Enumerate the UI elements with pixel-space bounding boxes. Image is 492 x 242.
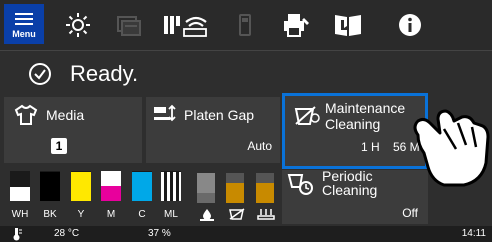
usb-icon — [239, 14, 251, 36]
info-button[interactable] — [390, 4, 430, 46]
media-slot-badge: 1 — [51, 138, 67, 154]
ink-label-m: M — [106, 209, 116, 220]
hamburger-icon — [15, 10, 33, 28]
waste-tank-right — [256, 173, 274, 203]
waste-tank-left — [197, 173, 215, 203]
cleaning-cartridge-icon — [257, 209, 275, 220]
platen-gap-icon — [154, 104, 176, 122]
manual-button[interactable] — [328, 4, 368, 46]
info-icon — [399, 14, 421, 36]
ready-check-icon — [29, 63, 51, 85]
ink-level-ml — [161, 171, 181, 201]
periodic-cleaning-icon — [287, 174, 313, 195]
maintenance-title-line1: Maintenance — [325, 100, 406, 116]
usb-button[interactable] — [230, 4, 260, 46]
maintenance-title-line2: Cleaning — [325, 116, 381, 132]
platen-gap-title: Platen Gap — [184, 107, 255, 123]
temperature-value: 28 °C — [54, 228, 80, 239]
platen-gap-value: Auto — [247, 139, 272, 153]
ink-drop-icon — [200, 209, 214, 221]
top-toolbar: Menu — [0, 0, 492, 51]
control-panel: Menu Ready. Media 1 Platen Gap Auto WH B… — [0, 0, 492, 242]
ink-level-y — [71, 171, 91, 201]
media-card[interactable]: Media 1 — [4, 97, 142, 163]
job-queue-icon — [117, 16, 141, 36]
periodic-value: Off — [402, 206, 418, 220]
ink-level-bk — [40, 171, 60, 201]
ink-level-m — [101, 171, 121, 201]
humidity-value: 37 % — [148, 228, 171, 239]
hand-pointer-icon — [413, 109, 490, 187]
ink-level-c — [132, 171, 152, 201]
manual-icon — [335, 15, 361, 36]
ink-label-y: Y — [77, 209, 85, 220]
printer-settings-icon — [284, 14, 309, 37]
status-text: Ready. — [70, 61, 139, 86]
ink-label-c: C — [138, 209, 146, 220]
footer-bar: 28 °C 37 % 14:11 — [0, 226, 492, 242]
status-bar: Ready. — [0, 52, 492, 96]
maintenance-cleaning-icon — [294, 106, 320, 125]
network-status-icon — [164, 16, 207, 37]
platen-gap-card[interactable]: Platen Gap Auto — [146, 97, 280, 163]
job-queue-button[interactable] — [108, 4, 148, 46]
brightness-icon — [66, 13, 90, 37]
printer-settings-button[interactable] — [276, 4, 316, 46]
media-title: Media — [46, 107, 85, 123]
ink-label-wh: WH — [11, 209, 29, 220]
maintenance-box-icon — [229, 208, 245, 220]
menu-label: Menu — [12, 28, 36, 39]
ink-level-wh — [10, 171, 30, 201]
menu-button[interactable]: Menu — [4, 4, 44, 44]
maintenance-hours: 1 H — [361, 140, 380, 154]
thermometer-icon — [13, 228, 22, 241]
periodic-title-line2: Cleaning — [322, 182, 378, 198]
ink-status-area[interactable]: WH BK Y M C ML — [4, 167, 280, 225]
clock-time: 14:11 — [461, 228, 486, 239]
network-status-button[interactable] — [158, 4, 214, 46]
brightness-button[interactable] — [58, 4, 98, 46]
waste-tank-middle — [226, 173, 244, 203]
tshirt-icon — [14, 104, 38, 125]
ink-label-ml: ML — [164, 209, 178, 220]
ink-label-bk: BK — [43, 209, 57, 220]
